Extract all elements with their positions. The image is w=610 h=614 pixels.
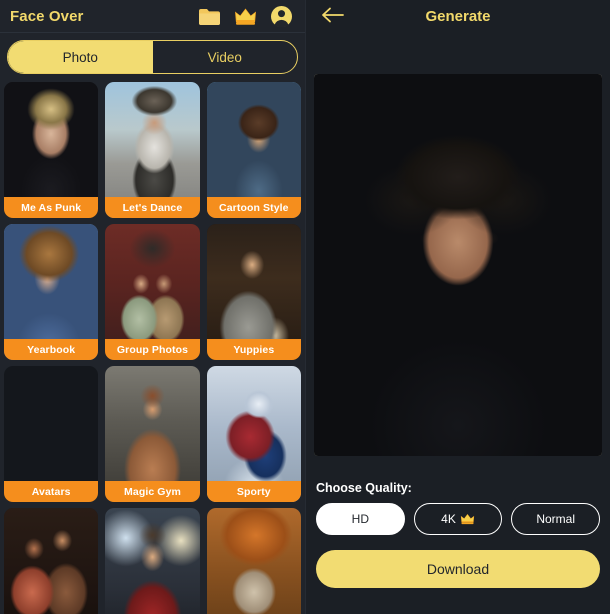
style-card-lets-dance[interactable]: Let's Dance (105, 82, 200, 218)
quality-section-title: Choose Quality: (316, 481, 412, 495)
style-card-label: Group Photos (105, 339, 200, 360)
style-card-label: Let's Dance (105, 197, 200, 218)
style-card-image (206, 508, 301, 614)
page-title: Generate (425, 8, 491, 25)
account-icon[interactable] (270, 5, 293, 28)
left-panel: Face Over Photo Video Me As Punk Let's D… (0, 0, 305, 614)
crown-icon (460, 513, 475, 525)
style-card-image (4, 508, 99, 614)
crown-icon[interactable] (234, 7, 257, 26)
style-card-label: Yearbook (4, 339, 99, 360)
quality-options: HD 4K Normal (316, 503, 601, 535)
style-card-label: Me As Punk (4, 197, 99, 218)
style-card-yearbook[interactable]: Yearbook (4, 224, 99, 360)
style-card-label: Yuppies (206, 339, 301, 360)
arrow-left-icon (321, 6, 345, 27)
style-card-label: Avatars (4, 481, 99, 502)
preview-image (314, 74, 602, 456)
style-card-label: Sporty (206, 481, 301, 502)
tab-photo[interactable]: Photo (8, 41, 153, 73)
quality-option-normal[interactable]: Normal (511, 503, 601, 535)
style-card-man-red-jacket[interactable] (105, 508, 200, 614)
style-card-sporty[interactable]: Sporty (206, 366, 301, 502)
generated-image-preview[interactable] (314, 74, 602, 456)
back-button[interactable] (320, 4, 346, 30)
style-card-couple[interactable] (4, 508, 99, 614)
style-card-label: Magic Gym (105, 481, 200, 502)
style-card-grid: Me As Punk Let's Dance Cartoon Style Yea… (0, 82, 305, 614)
quality-option-label: HD (351, 512, 369, 526)
media-type-tabs: Photo Video (7, 40, 298, 74)
right-panel: Generate Choose Quality: HD 4K Normal Do… (305, 0, 610, 614)
style-card-witch[interactable] (206, 508, 301, 614)
style-card-image (105, 508, 200, 614)
style-card-magic-gym[interactable]: Magic Gym (105, 366, 200, 502)
download-button[interactable]: Download (316, 550, 600, 588)
app-root: Face Over Photo Video Me As Punk Let's D… (0, 0, 610, 614)
quality-option-hd[interactable]: HD (316, 503, 405, 535)
generate-header: Generate (306, 0, 610, 33)
app-title: Face Over (10, 7, 84, 25)
style-card-label: Cartoon Style (206, 197, 301, 218)
quality-option-4k[interactable]: 4K (413, 503, 503, 535)
tab-video[interactable]: Video (153, 41, 298, 73)
style-card-yuppies[interactable]: Yuppies (206, 224, 301, 360)
folder-icon[interactable] (198, 7, 221, 26)
style-card-avatars[interactable]: Avatars (4, 366, 99, 502)
quality-option-label: 4K (441, 512, 456, 526)
quality-section: Choose Quality: HD 4K Normal (306, 481, 610, 535)
quality-option-label: Normal (536, 512, 576, 526)
style-card-cartoon-style[interactable]: Cartoon Style (206, 82, 301, 218)
style-card-me-as-punk[interactable]: Me As Punk (4, 82, 99, 218)
header-icon-group (198, 5, 293, 28)
app-header: Face Over (0, 0, 305, 33)
style-card-group-photos[interactable]: Group Photos (105, 224, 200, 360)
